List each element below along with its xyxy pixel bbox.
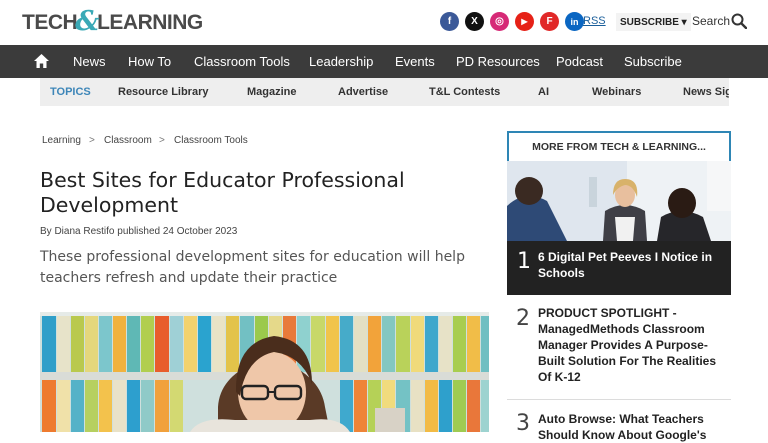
home-icon[interactable] <box>33 53 50 69</box>
sidebar-item-1[interactable]: 1 6 Digital Pet Peeves I Notice in Schoo… <box>507 241 731 295</box>
linkedin-icon[interactable]: in <box>565 12 584 31</box>
sidebar-item-number: 3 <box>516 411 530 436</box>
article-title: Best Sites for Educator Professional Dev… <box>40 168 405 217</box>
nav-events[interactable]: Events <box>395 45 435 78</box>
sidebar-item-title[interactable]: PRODUCT SPOTLIGHT - ManagedMethods Class… <box>538 305 728 385</box>
topic-webinars[interactable]: Webinars <box>592 78 641 106</box>
nav-news[interactable]: News <box>73 45 106 78</box>
nav-pd-resources[interactable]: PD Resources <box>456 45 540 78</box>
nav-leadership[interactable]: Leadership <box>309 45 373 78</box>
article-byline: By Diana Restifo published 24 October 20… <box>40 226 238 237</box>
site-logo[interactable]: TECH & LEARNING <box>22 5 203 38</box>
breadcrumb-separator: > <box>89 135 95 146</box>
flipboard-icon[interactable]: F <box>540 12 559 31</box>
search-icon[interactable] <box>731 13 747 29</box>
sidebar-feature-image[interactable] <box>507 161 731 241</box>
sidebar-header: MORE FROM TECH & LEARNING... <box>507 131 731 161</box>
hero-image <box>40 312 489 432</box>
topic-ai[interactable]: AI <box>538 78 549 106</box>
subscribe-dropdown[interactable]: SUBSCRIBE ▾ <box>616 13 691 31</box>
logo-text-tech: TECH <box>22 11 78 34</box>
sidebar-item-title[interactable]: 6 Digital Pet Peeves I Notice in Schools <box>538 249 723 281</box>
topic-contests[interactable]: T&L Contests <box>429 78 500 106</box>
breadcrumb-learning[interactable]: Learning <box>42 135 81 146</box>
topic-newsletter-signup[interactable]: News Sig <box>683 78 729 106</box>
nav-podcast[interactable]: Podcast <box>556 45 603 78</box>
nav-classroom-tools[interactable]: Classroom Tools <box>194 45 290 78</box>
main-nav: News How To Classroom Tools Leadership E… <box>0 45 768 78</box>
sidebar-item-number: 2 <box>516 306 530 331</box>
logo-text-learning: LEARNING <box>97 11 203 34</box>
topic-magazine[interactable]: Magazine <box>247 78 297 106</box>
nav-subscribe[interactable]: Subscribe <box>624 45 682 78</box>
site-header: TECH & LEARNING f X ◎ ▶ F in RSS SUBSCRIBE… <box>0 0 768 45</box>
nav-how-to[interactable]: How To <box>128 45 171 78</box>
breadcrumb-separator: > <box>159 135 165 146</box>
x-icon[interactable]: X <box>465 12 484 31</box>
topics-bar: TOPICS Resource Library Magazine Adverti… <box>40 78 729 106</box>
instagram-icon[interactable]: ◎ <box>490 12 509 31</box>
topic-resource-library[interactable]: Resource Library <box>118 78 208 106</box>
rss-link[interactable]: RSS <box>583 15 606 27</box>
youtube-icon[interactable]: ▶ <box>515 12 534 31</box>
search-label[interactable]: Search <box>692 14 730 28</box>
social-links: f X ◎ ▶ F in <box>440 12 584 31</box>
facebook-icon[interactable]: f <box>440 12 459 31</box>
article-strapline: These professional development sites for… <box>40 249 465 286</box>
topic-advertise[interactable]: Advertise <box>338 78 388 106</box>
sidebar-divider <box>507 399 731 400</box>
sidebar-item-number: 1 <box>517 249 531 274</box>
breadcrumb-classroom-tools[interactable]: Classroom Tools <box>174 135 248 146</box>
topics-label: TOPICS <box>50 86 91 98</box>
logo-ampersand: & <box>75 5 100 37</box>
breadcrumb-classroom[interactable]: Classroom <box>104 135 152 146</box>
sidebar-item-title[interactable]: Auto Browse: What Teachers Should Know A… <box>538 411 728 443</box>
